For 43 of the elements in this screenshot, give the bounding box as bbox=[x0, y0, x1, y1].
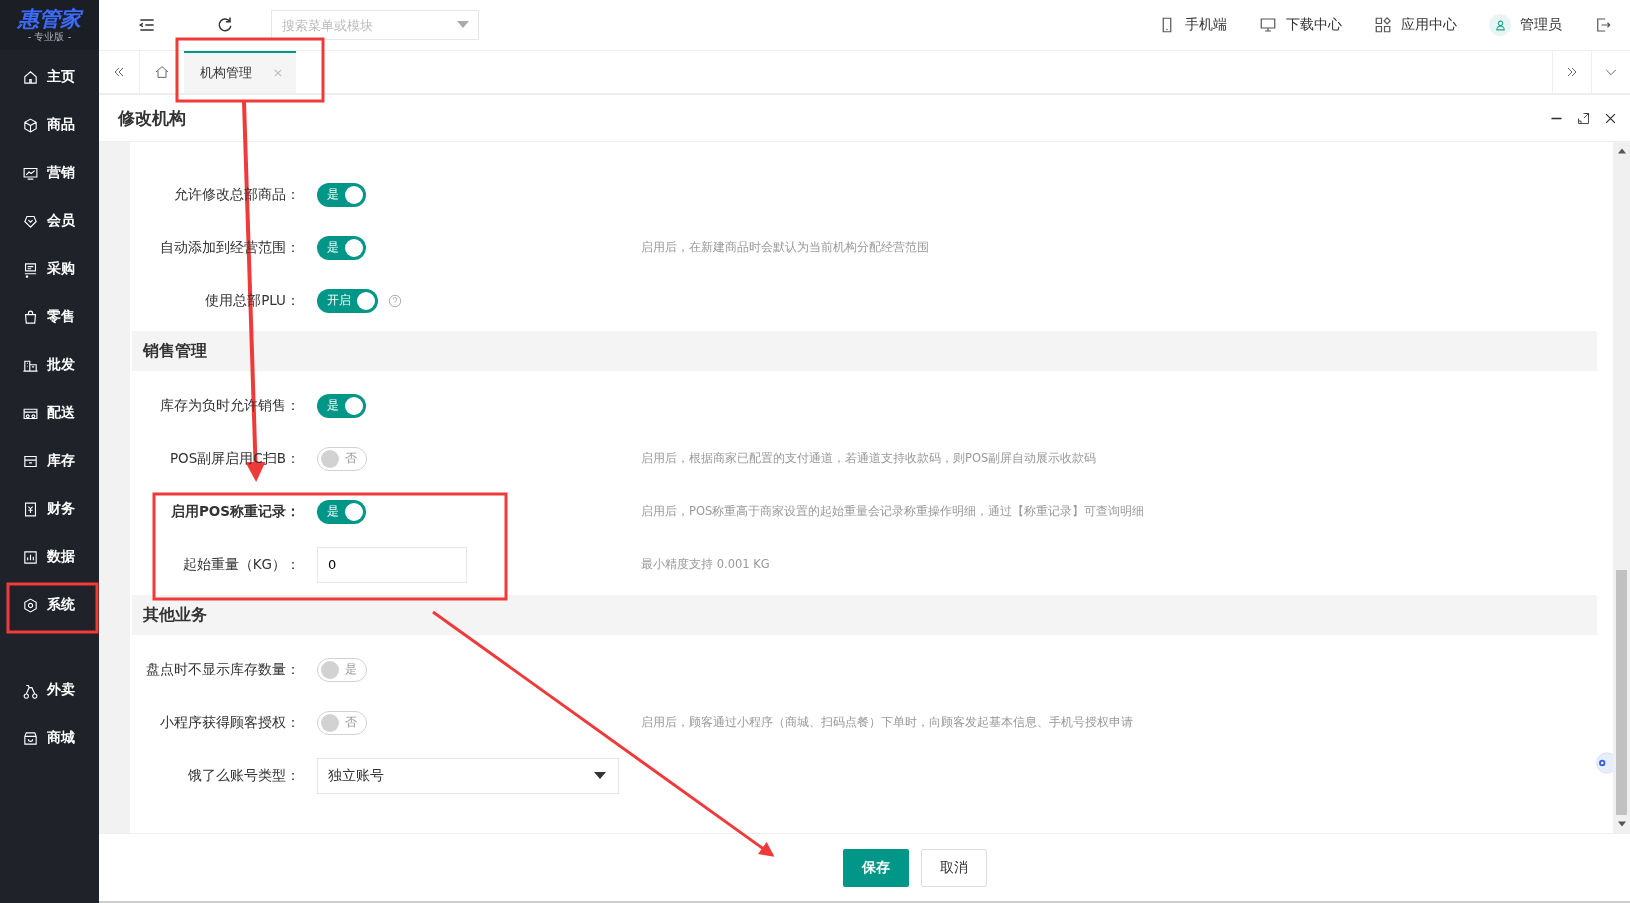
header-link[interactable]: 应用中心 bbox=[1401, 16, 1457, 34]
field-label: 小程序获得顾客授权： bbox=[159, 713, 300, 732]
page-tab[interactable]: 机构管理 bbox=[184, 51, 296, 93]
sidebar-item[interactable]: 外卖 bbox=[0, 666, 99, 714]
section-header: 销售管理 bbox=[132, 331, 1597, 371]
account-type-select[interactable]: 独立账号 bbox=[317, 757, 619, 794]
sidebar-item[interactable]: 系统 bbox=[0, 581, 99, 629]
field-label: 饿了么账号类型： bbox=[187, 766, 300, 785]
toggle-switch[interactable]: 是 bbox=[317, 393, 366, 418]
toggle-switch[interactable]: 是 bbox=[317, 499, 366, 524]
sidebar-item[interactable]: 零售 bbox=[0, 293, 99, 341]
sidebar-item[interactable]: 商品 bbox=[0, 101, 99, 149]
toggle-switch[interactable]: 是 bbox=[317, 182, 366, 207]
header-link[interactable]: 下载中心 bbox=[1286, 16, 1342, 34]
header-link[interactable]: 管理员 bbox=[1520, 16, 1562, 34]
logo-subtitle: - 专业版 - bbox=[27, 31, 72, 43]
dialog-title: 修改机构 bbox=[118, 106, 186, 130]
toggle-switch[interactable]: 开启 bbox=[317, 288, 378, 313]
section-header: 其他业务 bbox=[132, 595, 1597, 635]
field-hint: 启用后，在新建商品时会默认为当前机构分配经营范围 bbox=[641, 240, 929, 255]
sidebar-item[interactable]: 会员 bbox=[0, 197, 99, 245]
save-button[interactable]: 保存 bbox=[842, 848, 909, 887]
sidebar-item[interactable]: 配送 bbox=[0, 389, 99, 437]
toggle-switch[interactable]: 是 bbox=[317, 235, 366, 260]
weight-input[interactable]: 0 bbox=[317, 546, 467, 583]
sidebar-item[interactable]: 批发 bbox=[0, 341, 99, 389]
sidebar-item[interactable]: 营销 bbox=[0, 149, 99, 197]
field-label: 起始重量（KG）： bbox=[181, 555, 300, 574]
field-label: 启用POS称重记录： bbox=[169, 502, 300, 521]
field-hint: 最小精度支持 0.001 KG bbox=[641, 557, 770, 572]
field-hint: 启用后，POS称重高于商家设置的起始重量会记录称重操作明细，通过【称重记录】可查询明细 bbox=[641, 504, 1145, 519]
sidebar-item[interactable]: 采购 bbox=[0, 245, 99, 293]
header-link[interactable]: 手机端 bbox=[1185, 16, 1227, 34]
field-hint: 启用后，顾客通过小程序（商城、扫码点餐）下单时，向顾客发起基本信息、手机号授权申请 bbox=[641, 715, 1133, 730]
field-label: 盘点时不显示库存数量： bbox=[145, 660, 300, 679]
sidebar-item[interactable]: 商城 bbox=[0, 714, 99, 762]
sidebar-item[interactable]: 财务 bbox=[0, 485, 99, 533]
field-hint: 启用后，根据商家已配置的支付通道，若通道支持收款码，则POS副屏自动展示收款码 bbox=[641, 451, 1097, 466]
sidebar-item[interactable]: 数据 bbox=[0, 533, 99, 581]
sidebar-item[interactable]: 库存 bbox=[0, 437, 99, 485]
sidebar-item[interactable]: 主页 bbox=[0, 53, 99, 101]
search-field[interactable]: 搜索菜单或模块 bbox=[271, 10, 479, 40]
cancel-button[interactable]: 取消 bbox=[920, 848, 987, 887]
